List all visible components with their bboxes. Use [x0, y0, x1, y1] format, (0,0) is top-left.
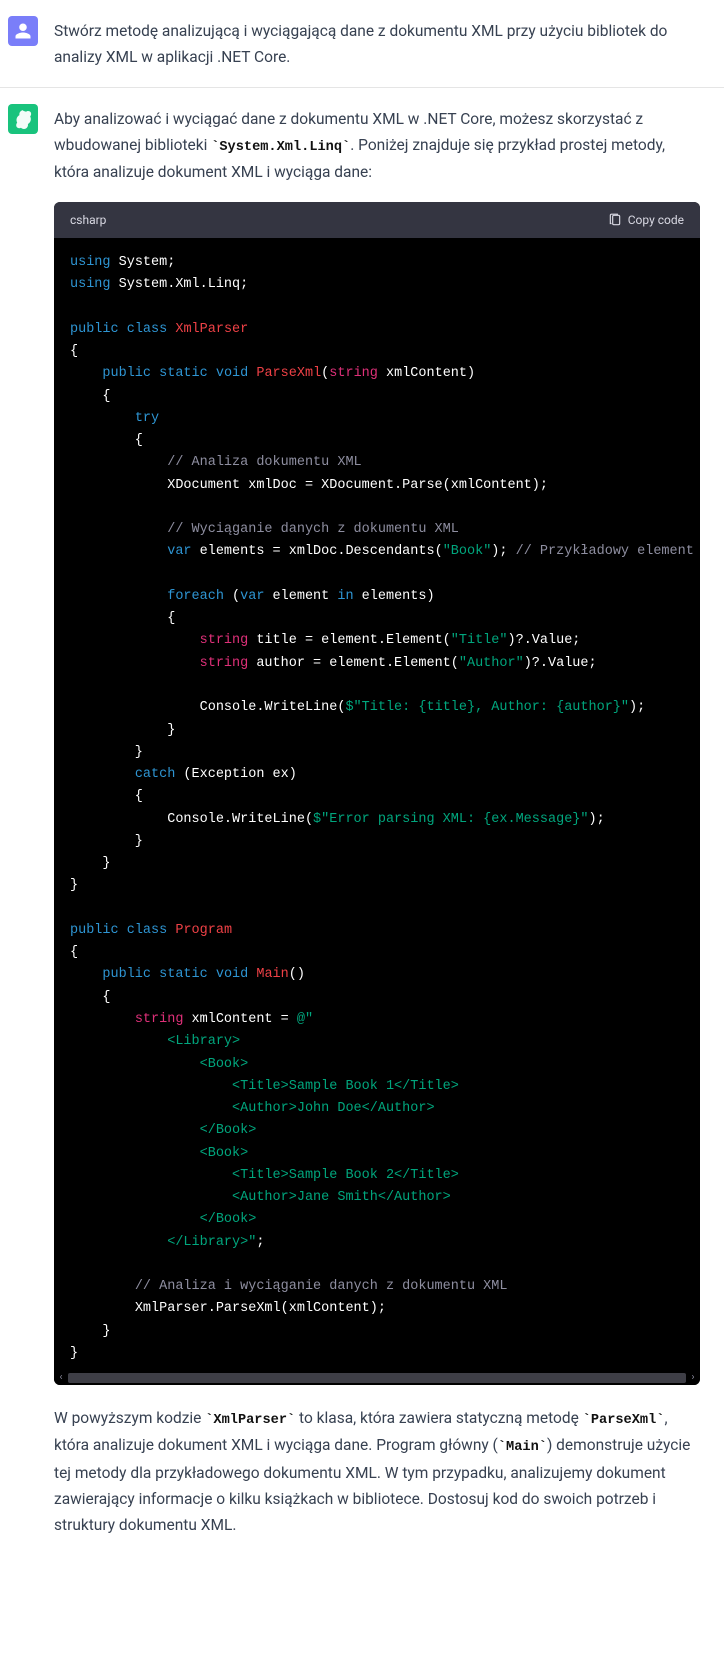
- inline-code: `XmlParser`: [205, 1413, 295, 1428]
- inline-code: `ParseXml`: [583, 1413, 665, 1428]
- text-run: W powyższym kodzie: [54, 1409, 205, 1427]
- inline-code: `System.Xml.Linq`: [211, 140, 350, 155]
- ai-avatar: [8, 104, 38, 134]
- scrollbar-thumb[interactable]: [68, 1373, 686, 1383]
- person-icon: [14, 22, 32, 40]
- code-content: using System; using System.Xml.Linq; pub…: [54, 238, 700, 1371]
- text-run: to klasa, która zawiera statyczną metodę: [295, 1409, 582, 1427]
- ai-message-content: Aby analizować i wyciągać dane z dokumen…: [54, 104, 700, 1539]
- clipboard-icon: [608, 213, 622, 227]
- horizontal-scrollbar[interactable]: ‹ ›: [54, 1371, 700, 1385]
- scroll-right-arrow[interactable]: ›: [686, 1371, 700, 1385]
- code-lang-label: csharp: [70, 210, 106, 230]
- code-header: csharp Copy code: [54, 202, 700, 238]
- ai-outro-paragraph: W powyższym kodzie `XmlParser` to klasa,…: [54, 1405, 700, 1538]
- ai-message-row: Aby analizować i wyciągać dane z dokumen…: [0, 88, 724, 1555]
- user-avatar: [8, 16, 38, 46]
- ai-intro-paragraph: Aby analizować i wyciągać dane z dokumen…: [54, 106, 700, 186]
- copy-code-button[interactable]: Copy code: [608, 210, 684, 230]
- user-message-row: Stwórz metodę analizującą i wyciągającą …: [0, 0, 724, 88]
- code-block: csharp Copy code using System; using Sys…: [54, 202, 700, 1386]
- inline-code: `Main`: [498, 1440, 547, 1455]
- user-message-text: Stwórz metodę analizującą i wyciągającą …: [54, 16, 700, 71]
- openai-icon: [13, 109, 33, 129]
- user-text: Stwórz metodę analizującą i wyciągającą …: [54, 18, 700, 71]
- code-scroll-area[interactable]: using System; using System.Xml.Linq; pub…: [54, 238, 700, 1371]
- copy-code-label: Copy code: [628, 210, 684, 230]
- scroll-left-arrow[interactable]: ‹: [54, 1371, 68, 1385]
